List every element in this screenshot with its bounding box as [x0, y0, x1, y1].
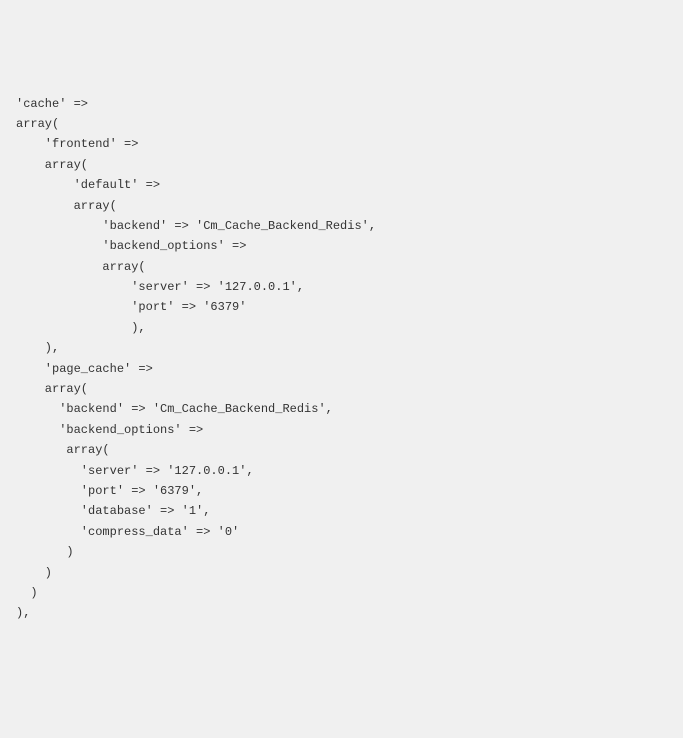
code-line: 'page_cache' => [16, 362, 153, 376]
code-snippet: 'cache' => array( 'frontend' => array( '… [16, 94, 667, 624]
code-line: 'backend' => 'Cm_Cache_Backend_Redis', [16, 402, 333, 416]
code-line: 'database' => '1', [16, 504, 210, 518]
code-line: 'default' => [16, 178, 160, 192]
code-line: 'backend_options' => [16, 423, 203, 437]
code-line: 'port' => '6379', [16, 484, 203, 498]
code-line: ) [16, 586, 38, 600]
code-line: array( [16, 443, 110, 457]
code-line: 'server' => '127.0.0.1', [16, 464, 254, 478]
code-line: array( [16, 382, 88, 396]
code-line: array( [16, 260, 146, 274]
code-line: ), [16, 606, 30, 620]
code-line: array( [16, 158, 88, 172]
code-line: array( [16, 199, 117, 213]
code-line: 'cache' => [16, 97, 88, 111]
code-line: 'port' => '6379' [16, 300, 246, 314]
code-line: 'server' => '127.0.0.1', [16, 280, 304, 294]
code-line: ), [16, 341, 59, 355]
code-line: ) [16, 545, 74, 559]
code-line: ) [16, 566, 52, 580]
code-line: 'backend' => 'Cm_Cache_Backend_Redis', [16, 219, 376, 233]
code-line: 'backend_options' => [16, 239, 246, 253]
code-line: ), [16, 321, 146, 335]
code-line: array( [16, 117, 59, 131]
code-line: 'frontend' => [16, 137, 138, 151]
code-line: 'compress_data' => '0' [16, 525, 239, 539]
